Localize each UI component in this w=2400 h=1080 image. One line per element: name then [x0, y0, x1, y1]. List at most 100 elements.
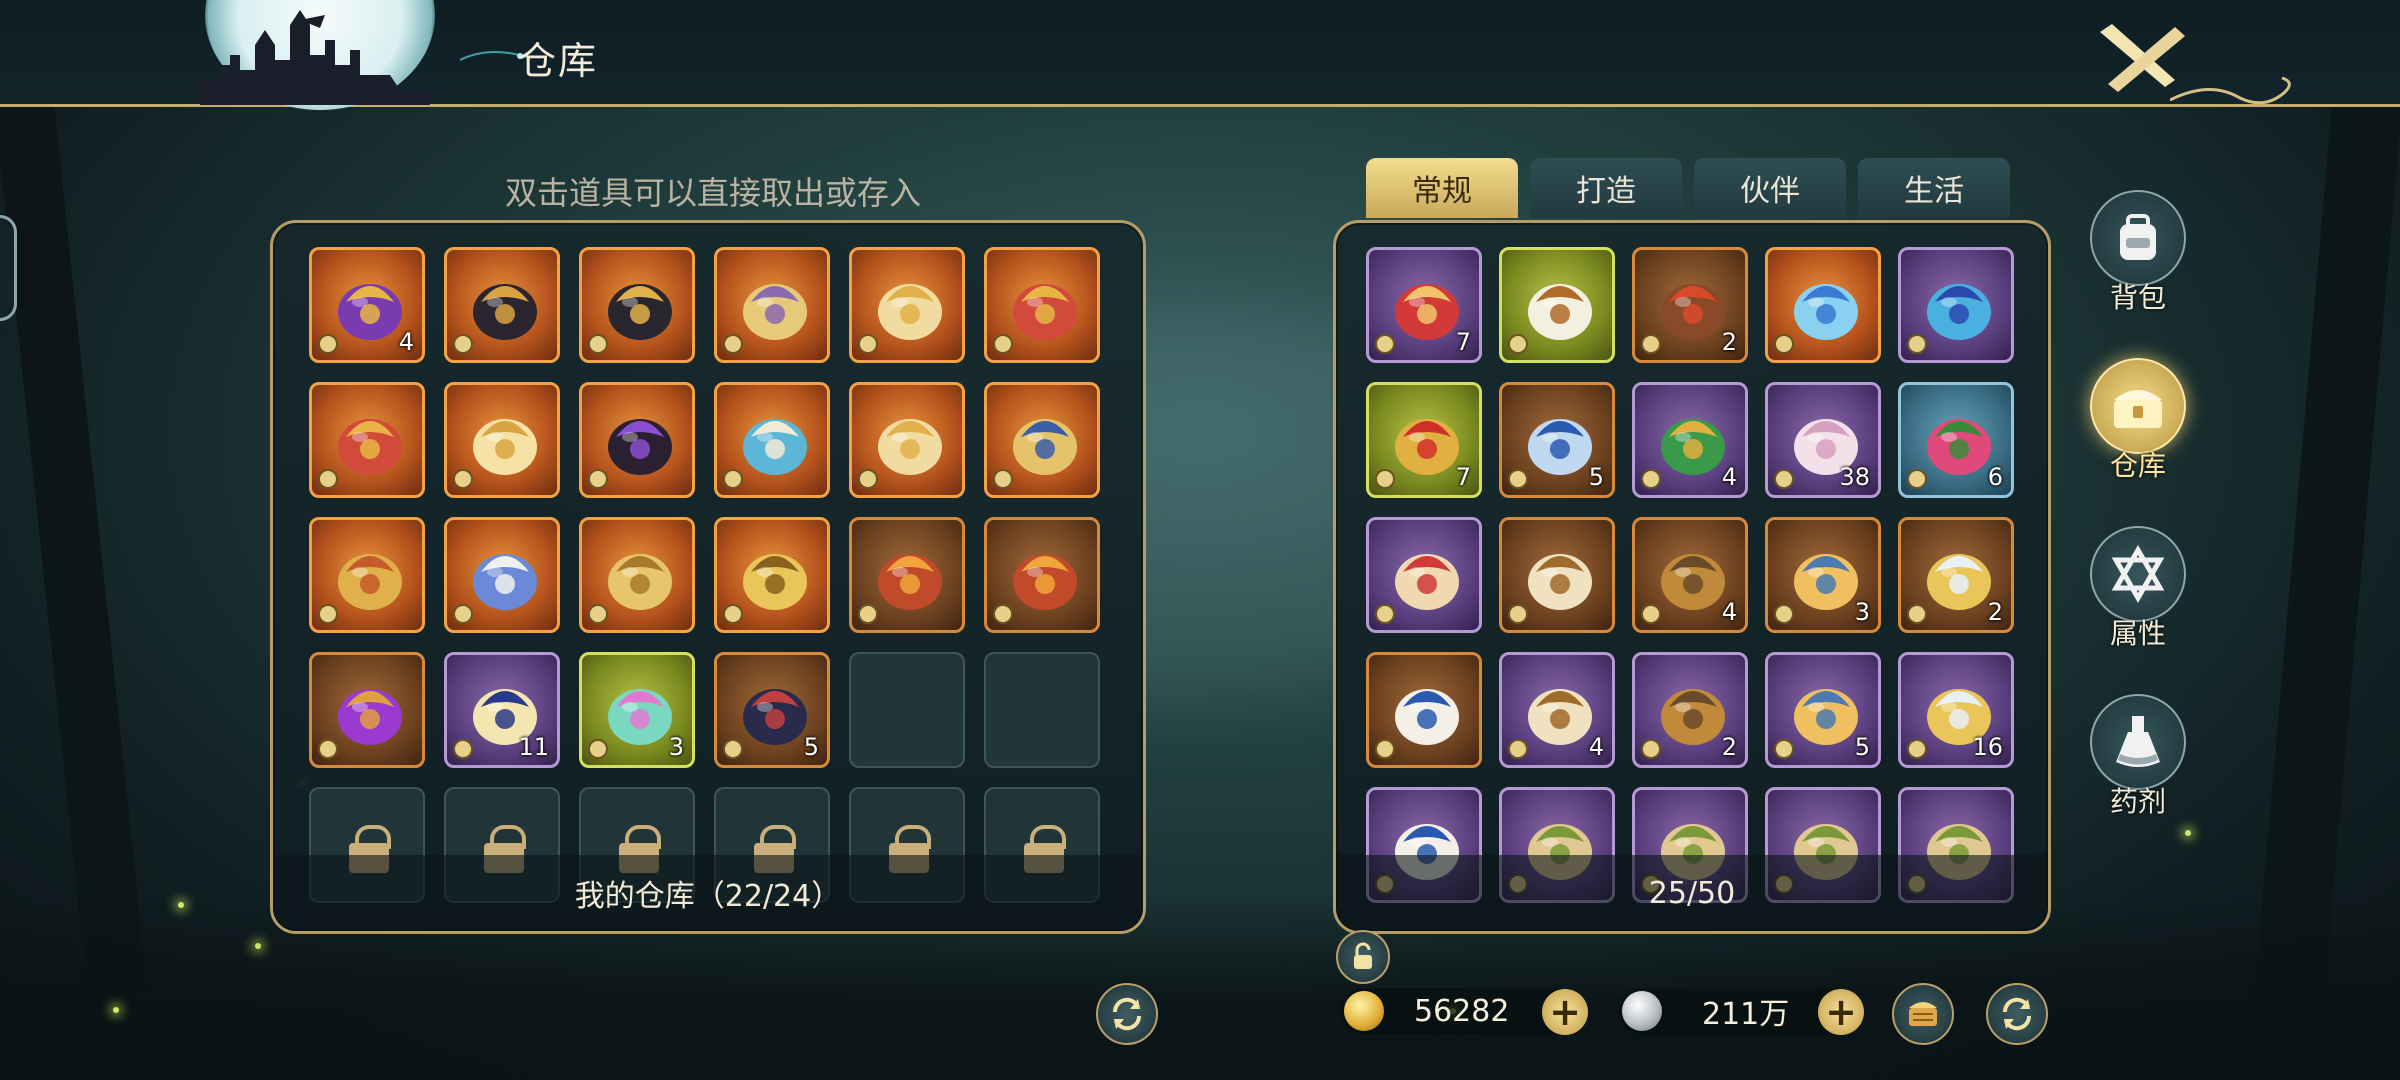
add-silver-button[interactable]: + [1818, 989, 1864, 1035]
warehouse-slot[interactable]: 3 [579, 652, 695, 768]
winged-crown-icon [473, 419, 537, 475]
warehouse-capacity: 我的仓库（22/24） [273, 855, 1143, 931]
side-item-attributes[interactable]: 属性 [2088, 526, 2188, 652]
bound-lock-icon [993, 604, 1013, 624]
warehouse-slot[interactable] [984, 517, 1100, 633]
dark-armor-icon [473, 284, 537, 340]
warehouse-slot[interactable] [444, 382, 560, 498]
shop-button[interactable] [1892, 983, 1954, 1045]
flourish-decoration [2170, 76, 2291, 105]
page-title: 仓库 [518, 39, 599, 83]
warehouse-slot[interactable] [309, 652, 425, 768]
backpack-grid: 7 2 7 5 4 38 6 4 3 2 4 2 5 16 [1366, 247, 2014, 903]
ruby-amulet-icon [1013, 284, 1077, 340]
bound-lock-icon [858, 334, 878, 354]
usage-hint: 双击道具可以直接取出或存入 [505, 174, 922, 212]
warehouse-slot[interactable]: 11 [444, 652, 560, 768]
backpack-slot[interactable]: 5 [1499, 382, 1615, 498]
warehouse-slot[interactable] [714, 247, 830, 363]
bound-lock-icon [723, 469, 743, 489]
thread-spool-icon [1528, 554, 1592, 610]
warehouse-slot[interactable] [444, 517, 560, 633]
bound-lock-icon [1508, 334, 1528, 354]
bound-lock-icon [1641, 334, 1661, 354]
blue-hat-icon [743, 419, 807, 475]
backpack-slot[interactable]: 7 [1366, 247, 1482, 363]
backpack-slot[interactable]: 38 [1765, 382, 1881, 498]
bound-lock-icon [588, 604, 608, 624]
backpack-slot[interactable]: 2 [1632, 247, 1748, 363]
add-gold-button[interactable]: + [1542, 989, 1588, 1035]
side-item-warehouse[interactable]: 仓库 [2088, 358, 2188, 484]
unlock-slot-button[interactable] [1336, 930, 1390, 984]
backpack-slot[interactable]: 3 [1765, 517, 1881, 633]
backpack-slot[interactable] [1898, 247, 2014, 363]
backpack-slot[interactable]: 2 [1898, 517, 2014, 633]
warehouse-slot[interactable] [579, 517, 695, 633]
ice-crystal-icon [1794, 284, 1858, 340]
item-quantity: 2 [1987, 598, 2003, 626]
backpack-slot[interactable]: 4 [1632, 382, 1748, 498]
gold-amount: 56282 [1414, 993, 1510, 1029]
warehouse-slot[interactable] [309, 517, 425, 633]
gold-armor-icon [1013, 419, 1077, 475]
bound-lock-icon [1375, 334, 1395, 354]
bound-lock-icon [1508, 739, 1528, 759]
warehouse-slot[interactable] [309, 382, 425, 498]
bound-lock-icon [588, 469, 608, 489]
warehouse-slot[interactable] [579, 247, 695, 363]
side-label-backpack: 背包 [2109, 281, 2166, 314]
side-label-attributes: 属性 [2109, 617, 2166, 650]
bound-lock-icon [318, 334, 338, 354]
warehouse-slot[interactable] [579, 382, 695, 498]
warehouse-slot[interactable] [849, 382, 965, 498]
backpack-slot[interactable]: 5 [1765, 652, 1881, 768]
warehouse-slot[interactable] [714, 517, 830, 633]
bound-lock-icon [453, 739, 473, 759]
item-quantity: 4 [1721, 598, 1737, 626]
warehouse-slot[interactable] [444, 247, 560, 363]
backpack-slot[interactable]: 7 [1366, 382, 1482, 498]
backpack-slot[interactable] [1765, 247, 1881, 363]
sort-backpack-button[interactable] [1986, 983, 2048, 1045]
warehouse-slot[interactable] [849, 247, 965, 363]
bound-lock-icon [588, 334, 608, 354]
warehouse-slot[interactable] [984, 247, 1100, 363]
silver-coin-icon [1622, 991, 1662, 1031]
crystal-staff-icon [1927, 284, 1991, 340]
backpack-slot[interactable]: 6 [1898, 382, 2014, 498]
side-item-backpack[interactable]: 背包 [2088, 190, 2188, 316]
warehouse-slot[interactable] [849, 517, 965, 633]
teapot-spirit-icon [1395, 689, 1459, 745]
backpack-icon [2090, 190, 2186, 286]
backpack-slot[interactable] [1499, 247, 1615, 363]
backpack-slot[interactable] [1366, 517, 1482, 633]
backpack-slot[interactable] [1499, 517, 1615, 633]
bound-lock-icon [453, 604, 473, 624]
backpack-slot[interactable]: 2 [1632, 652, 1748, 768]
item-quantity: 7 [1455, 328, 1471, 356]
bound-lock-icon [1907, 739, 1927, 759]
backpack-slot[interactable] [1366, 652, 1482, 768]
tab-crafting[interactable]: 打造 [1530, 158, 1682, 218]
bound-lock-icon [1375, 739, 1395, 759]
backpack-slot[interactable]: 4 [1632, 517, 1748, 633]
tab-partner[interactable]: 伙伴 [1694, 158, 1846, 218]
warehouse-slot[interactable] [984, 382, 1100, 498]
warehouse-slot[interactable] [714, 382, 830, 498]
bound-lock-icon [1907, 604, 1927, 624]
sort-warehouse-button[interactable] [1096, 983, 1158, 1045]
backpack-slot[interactable]: 16 [1898, 652, 2014, 768]
my-warehouse-panel: 4 11 3 5 我的仓库（22/24） [270, 220, 1146, 934]
warehouse-slot[interactable]: 4 [309, 247, 425, 363]
tab-general[interactable]: 常规 [1366, 158, 1518, 218]
item-quantity: 5 [803, 733, 819, 761]
side-item-potions[interactable]: 药剂 [2088, 694, 2188, 820]
side-label-potions: 药剂 [2109, 785, 2166, 818]
bound-lock-icon [1641, 604, 1661, 624]
firefly [113, 1007, 119, 1013]
backpack-slot[interactable]: 4 [1499, 652, 1615, 768]
tab-life[interactable]: 生活 [1858, 158, 2010, 218]
warehouse-slot[interactable]: 5 [714, 652, 830, 768]
left-edge-handle[interactable] [0, 215, 17, 321]
